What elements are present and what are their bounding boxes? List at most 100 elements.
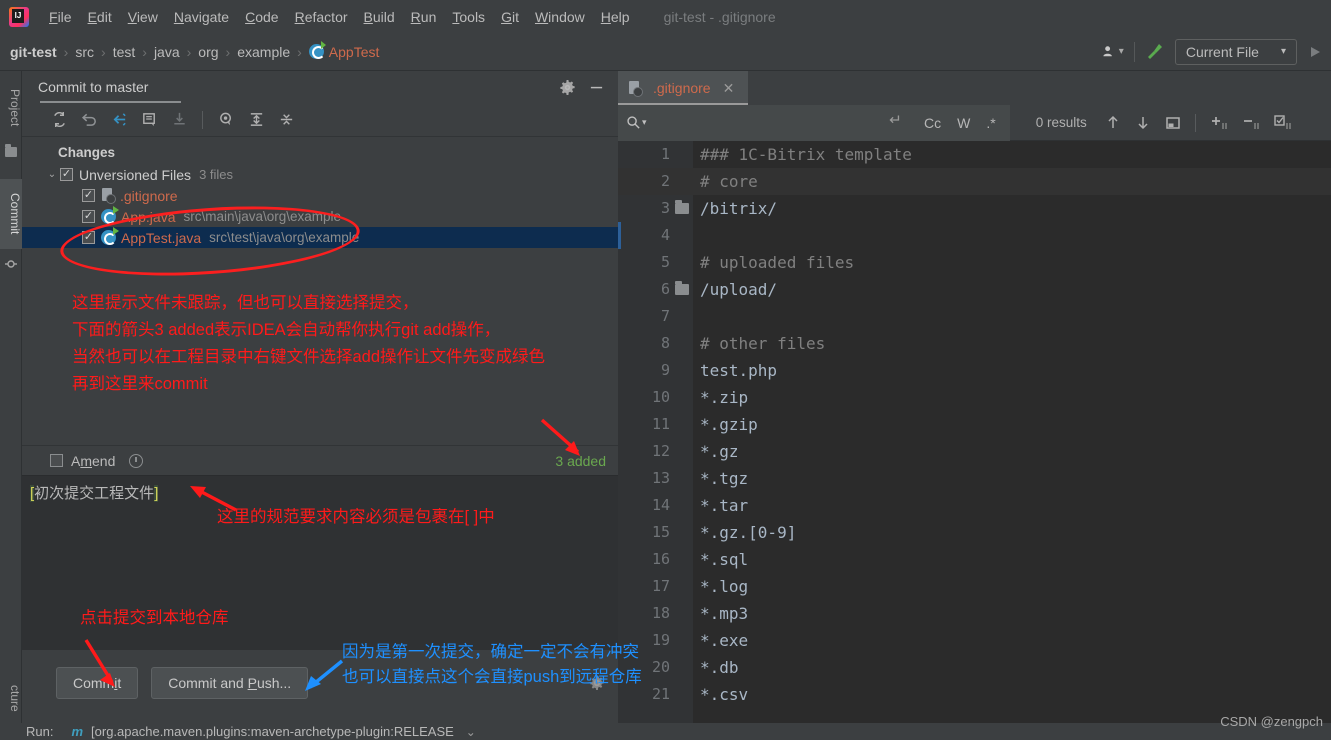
breadcrumb-item-test[interactable]: test — [113, 44, 136, 60]
gear-icon[interactable] — [560, 79, 575, 95]
show-diff-icon[interactable] — [140, 111, 158, 129]
menu-build[interactable]: Build — [356, 6, 403, 28]
chevron-down-icon[interactable]: ⌄ — [466, 725, 476, 739]
collapse-all-icon[interactable] — [277, 111, 295, 129]
clock-history-icon[interactable] — [129, 453, 144, 468]
editor-tab-gitignore[interactable]: .gitignore ✕ — [618, 71, 748, 105]
code-text: /upload/ — [700, 280, 778, 299]
hammer-build-icon[interactable] — [1145, 42, 1165, 62]
code-line[interactable]: 7 — [618, 303, 1331, 330]
breadcrumb-item-file[interactable]: AppTest — [329, 44, 380, 60]
code-line[interactable]: 16 *.sql — [618, 546, 1331, 573]
add-selection-icon[interactable] — [1210, 114, 1228, 131]
minimize-icon[interactable] — [589, 80, 604, 95]
arrow-up-icon[interactable] — [1105, 114, 1121, 131]
amend-checkbox[interactable] — [50, 454, 63, 467]
menu-view[interactable]: View — [120, 6, 166, 28]
code-line[interactable]: 17 *.log — [618, 573, 1331, 600]
code-line[interactable]: 9 test.php — [618, 357, 1331, 384]
navbar-actions: ▾ Current File ▾ — [1102, 38, 1331, 65]
breadcrumb-item-example[interactable]: example — [237, 44, 290, 60]
breadcrumb-item-project[interactable]: git-test — [10, 44, 57, 60]
file-checkbox[interactable]: ✓ — [82, 210, 95, 223]
code-line[interactable]: 21 *.csv — [618, 681, 1331, 708]
shelve-silently-icon[interactable] — [110, 111, 128, 129]
code-line[interactable]: 11 *.gzip — [618, 411, 1331, 438]
chevron-down-icon: ▾ — [1118, 46, 1124, 57]
refresh-icon[interactable] — [50, 111, 68, 129]
rollback-icon[interactable] — [80, 111, 98, 129]
code-line[interactable]: 19 *.exe — [618, 627, 1331, 654]
chevron-down-icon[interactable]: ⌄ — [44, 169, 60, 180]
code-line[interactable]: 10 *.zip — [618, 384, 1331, 411]
blue-arrow — [305, 659, 344, 691]
code-line[interactable]: 12 *.gz — [618, 438, 1331, 465]
code-line[interactable]: 15 *.gz.[0-9] — [618, 519, 1331, 546]
get-from-vcs-icon[interactable] — [170, 111, 188, 129]
watermark: CSDN @zengpch — [1220, 714, 1323, 729]
sidebar-item-commit[interactable]: Commit — [0, 179, 22, 249]
multiline-icon[interactable] — [886, 112, 902, 133]
commit-and-push-button[interactable]: Commit and Push... — [151, 667, 309, 699]
menu-bar: File Edit View Navigate Code Refactor Bu… — [0, 0, 1331, 33]
menu-code[interactable]: Code — [237, 6, 286, 28]
arrow-down-icon[interactable] — [1135, 114, 1151, 131]
code-text: *.zip — [700, 388, 749, 407]
code-line[interactable]: 18 *.mp3 — [618, 600, 1331, 627]
menu-navigate[interactable]: Navigate — [166, 6, 237, 28]
annotation-commit-note: 点击提交到本地仓库 — [80, 609, 229, 627]
sidebar-item-structure[interactable]: cture — [0, 671, 22, 726]
code-line[interactable]: 3/bitrix/ — [618, 195, 1331, 222]
line-number: 2 — [660, 172, 670, 190]
code-line[interactable]: 5 # uploaded files — [618, 249, 1331, 276]
changes-file-row[interactable]: ✓ .gitignore — [22, 185, 618, 206]
menu-refactor[interactable]: Refactor — [287, 6, 356, 28]
code-line[interactable]: 8 # other files — [618, 330, 1331, 357]
close-icon[interactable]: ✕ — [723, 80, 735, 97]
user-account-icon[interactable]: ▾ — [1102, 44, 1124, 59]
menu-tools[interactable]: Tools — [444, 6, 493, 28]
code-text: *.gz.[0-9] — [700, 523, 797, 542]
menu-edit[interactable]: Edit — [80, 6, 120, 28]
code-line[interactable]: 4 — [618, 222, 1331, 249]
expand-all-icon[interactable] — [247, 111, 265, 129]
words-toggle[interactable]: W — [957, 115, 970, 131]
intellij-idea-logo-icon — [9, 6, 29, 27]
regex-toggle[interactable]: .* — [986, 115, 995, 131]
code-line[interactable]: 6/upload/ — [618, 276, 1331, 303]
breadcrumb-item-org[interactable]: org — [198, 44, 218, 60]
code-line[interactable]: 20 *.db — [618, 654, 1331, 681]
breadcrumb-item-src[interactable]: src — [75, 44, 94, 60]
menu-git[interactable]: Git — [493, 6, 527, 28]
menu-help[interactable]: Help — [593, 6, 638, 28]
breadcrumb-item-java[interactable]: java — [154, 44, 180, 60]
run-button[interactable] — [1307, 44, 1323, 60]
group-label: Unversioned Files — [79, 166, 192, 183]
annotation-red-line-1: 这里提示文件未跟踪，但也可以直接选择提交， — [72, 294, 419, 312]
match-case-toggle[interactable]: Cc — [924, 115, 941, 131]
sidebar-item-project[interactable]: Project — [0, 77, 22, 139]
run-configuration-selector[interactable]: Current File ▾ — [1174, 38, 1297, 65]
changes-group-row[interactable]: ⌄ ✓ Unversioned Files 3 files — [22, 164, 618, 185]
group-checkbox[interactable]: ✓ — [60, 168, 73, 181]
preview-diff-icon[interactable] — [217, 111, 235, 129]
line-number: 5 — [660, 253, 670, 271]
code-line[interactable]: 1 ### 1C-Bitrix template — [618, 141, 1331, 168]
remove-selection-icon[interactable] — [1242, 114, 1260, 131]
menu-file[interactable]: File — [41, 6, 80, 28]
java-class-icon — [308, 41, 326, 59]
chevron-down-icon[interactable]: ▾ — [642, 117, 647, 128]
select-in-scope-icon[interactable] — [1165, 115, 1181, 131]
select-all-occurrences-icon[interactable] — [1274, 114, 1296, 131]
menu-window[interactable]: Window — [527, 6, 593, 28]
search-field[interactable]: ▾ — [618, 104, 910, 141]
group-file-count: 3 files — [199, 167, 234, 182]
code-line[interactable]: 2 # core — [618, 168, 1331, 195]
file-checkbox[interactable]: ✓ — [82, 189, 95, 202]
code-line[interactable]: 13 *.tgz — [618, 465, 1331, 492]
menu-run[interactable]: Run — [403, 6, 445, 28]
code-editor[interactable]: 1 ### 1C-Bitrix template 2 # core 3/bitrix/4… — [618, 141, 1331, 723]
code-line[interactable]: 14 *.tar — [618, 492, 1331, 519]
commit-message-text: 初次提交工程文件 — [34, 485, 155, 502]
breadcrumb-separator: › — [63, 43, 69, 60]
